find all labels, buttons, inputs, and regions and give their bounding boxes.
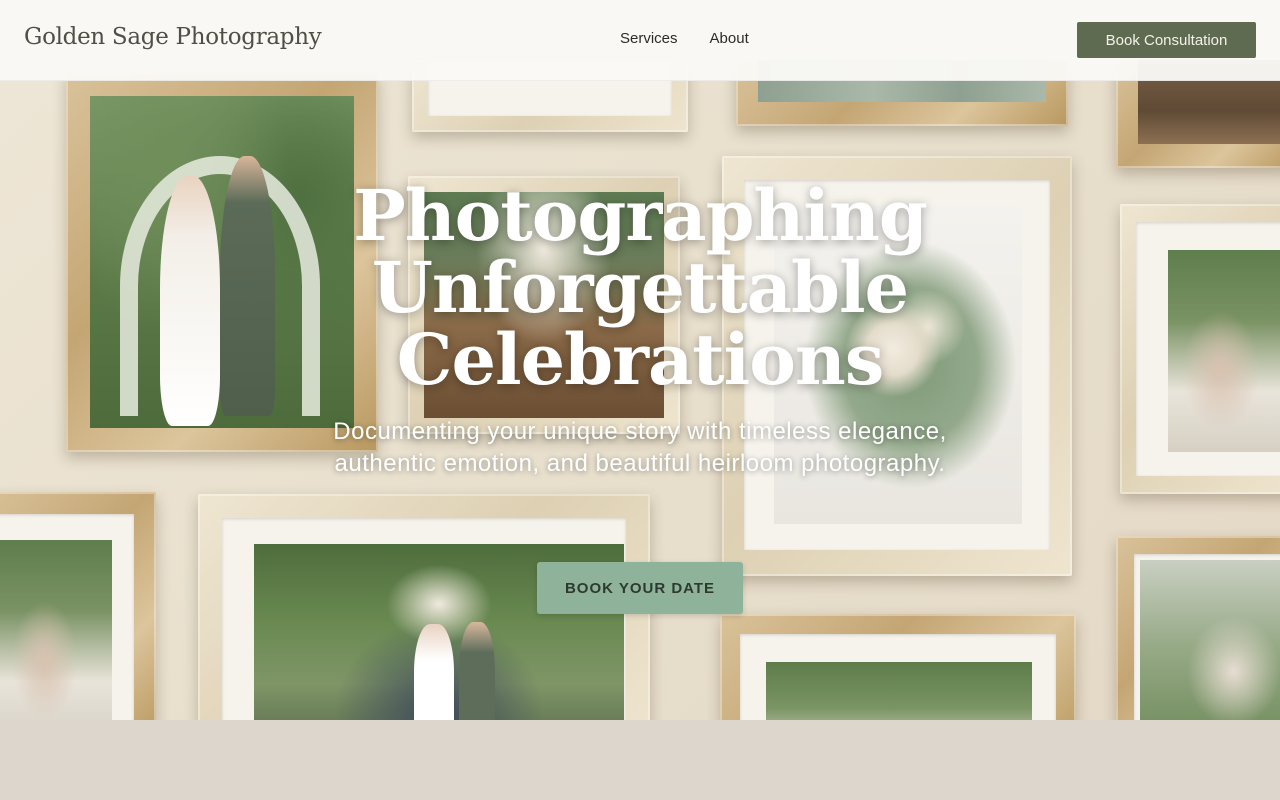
hero-title: Photographing Unforgettable Celebrations [353,174,928,401]
site-header: Golden Sage Photography Services About B… [0,0,1280,81]
nav-link-services[interactable]: Services [620,30,678,47]
main-nav: Services About [620,30,749,47]
framed-photo-party-left [0,492,156,720]
hero-content: Photographing Unforgettable Celebrations… [240,180,1040,480]
brand-logo-text[interactable]: Golden Sage Photography [24,24,322,50]
framed-photo-guests [720,614,1076,720]
book-consultation-button[interactable]: Book Consultation [1077,22,1256,58]
photo-friends-cheers [0,540,112,720]
photo-guests-toasting [1168,250,1280,452]
hero-subtitle: Documenting your unique story with timel… [333,418,947,477]
framed-photo-kiss [1116,536,1280,720]
photo-reception-guests [766,662,1032,720]
nav-link-about[interactable]: About [710,30,749,47]
page-section-below-hero [0,720,1280,800]
photo-couple-kiss [1140,560,1280,720]
framed-photo-toast [1120,204,1280,494]
book-your-date-button[interactable]: BOOK YOUR DATE [537,562,743,614]
